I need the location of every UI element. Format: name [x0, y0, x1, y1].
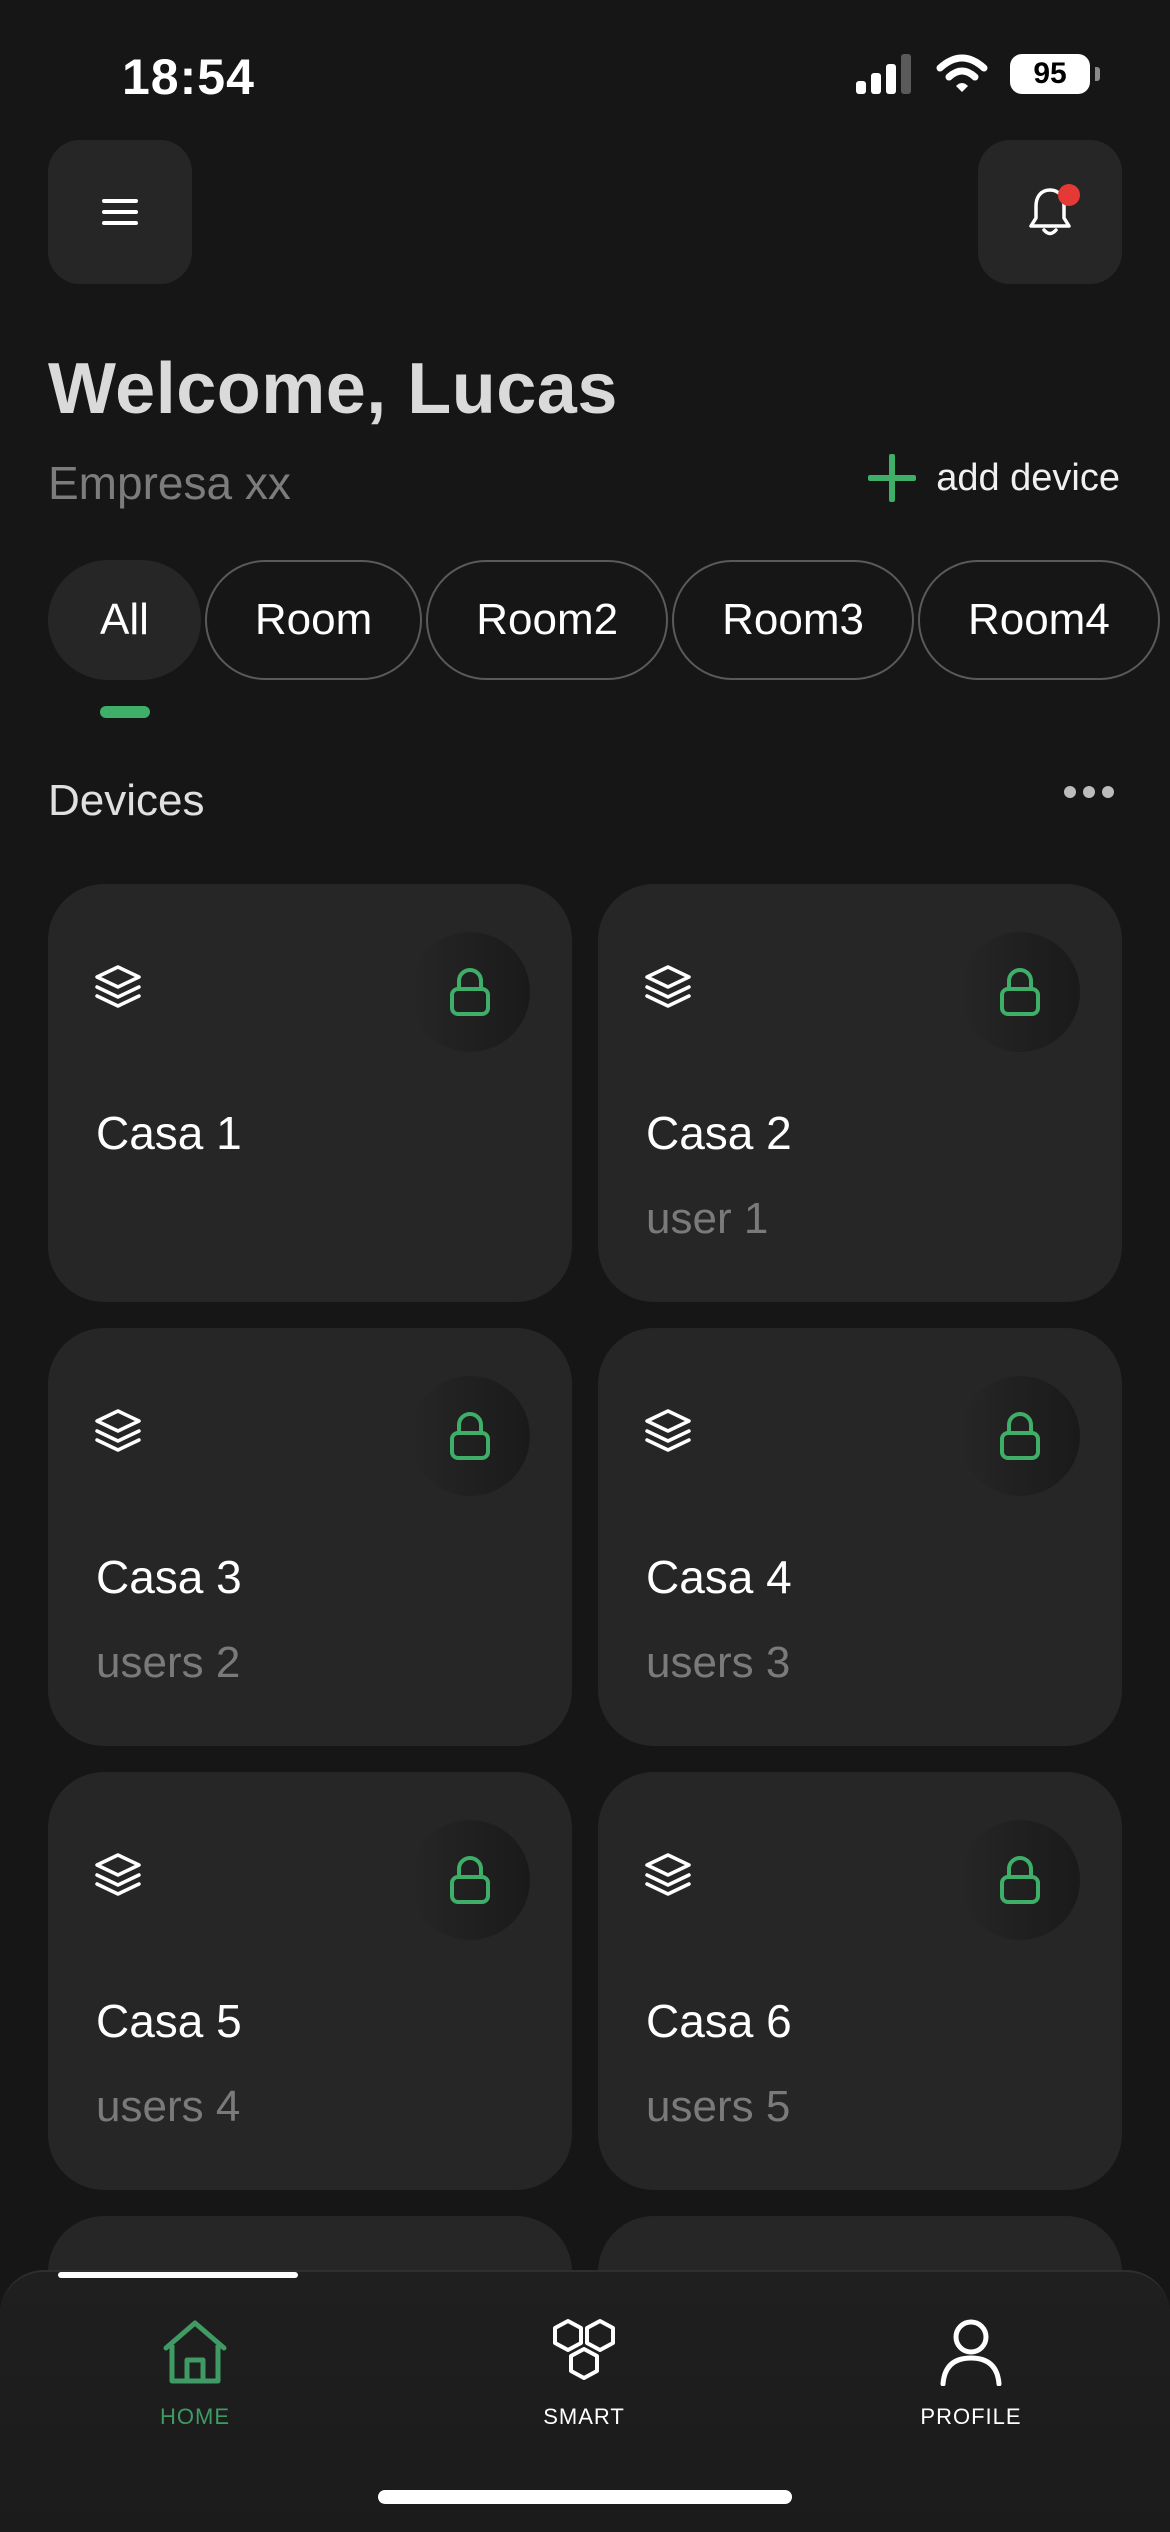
- nav-smart[interactable]: SMART: [474, 2318, 694, 2430]
- menu-button[interactable]: [48, 140, 192, 284]
- device-card[interactable]: Casa 1: [48, 884, 572, 1302]
- device-name: Casa 5: [96, 1995, 242, 2047]
- lock-button[interactable]: [410, 1820, 530, 1940]
- active-tab-indicator: [100, 706, 150, 718]
- device-users: users 4: [96, 2082, 241, 2131]
- device-card[interactable]: Casa 4 users 3: [598, 1328, 1122, 1746]
- tab-room[interactable]: Room: [204, 560, 423, 680]
- add-device-label: add device: [936, 456, 1120, 499]
- layers-icon: [645, 1853, 691, 1896]
- device-users: users 2: [96, 1638, 241, 1687]
- device-name: Casa 6: [646, 1995, 792, 2047]
- device-card[interactable]: Casa 2 user 1: [598, 884, 1122, 1302]
- battery-level: 95: [1033, 57, 1067, 90]
- nav-profile[interactable]: PROFILE: [861, 2318, 1081, 2430]
- tab-room3[interactable]: Room3: [672, 560, 914, 680]
- notifications-button[interactable]: [978, 140, 1122, 284]
- device-name: Casa 3: [96, 1551, 242, 1603]
- layers-icon: [95, 1853, 141, 1896]
- nav-profile-label: PROFILE: [920, 2404, 1022, 2429]
- lock-button[interactable]: [410, 1376, 530, 1496]
- device-name: Casa 1: [96, 1107, 242, 1159]
- devices-section-title: Devices: [48, 776, 205, 825]
- home-indicator: [378, 2490, 792, 2504]
- home-icon: [163, 2320, 227, 2384]
- room-tabs: All Room Room2 Room3 Room4: [48, 560, 1160, 680]
- lock-icon: [450, 1412, 490, 1460]
- layers-icon: [95, 1409, 141, 1452]
- more-options-button[interactable]: [1064, 786, 1114, 798]
- layers-icon: [95, 965, 141, 1008]
- battery-indicator: 95: [1010, 54, 1100, 94]
- smart-hexagons-icon: [553, 2319, 615, 2380]
- lock-icon: [1000, 1412, 1040, 1460]
- layers-icon: [645, 965, 691, 1008]
- notification-badge: [1058, 184, 1080, 206]
- lock-icon: [1000, 968, 1040, 1016]
- nav-home-label: HOME: [160, 2404, 230, 2429]
- more-dot: [1102, 786, 1114, 798]
- layers-icon: [645, 1409, 691, 1452]
- lock-icon: [450, 1856, 490, 1904]
- wifi-icon: [936, 54, 988, 92]
- welcome-title: Welcome, Lucas: [48, 349, 618, 429]
- plus-icon: [868, 454, 917, 502]
- company-name: Empresa xx: [48, 457, 291, 509]
- device-card[interactable]: Casa 5 users 4: [48, 1772, 572, 2190]
- cellular-signal-icon: [856, 54, 911, 94]
- device-users: users 5: [646, 2082, 791, 2131]
- device-users: users 3: [646, 1638, 791, 1687]
- device-users: user 1: [646, 1194, 769, 1243]
- lock-icon: [450, 968, 490, 1016]
- device-card[interactable]: Casa 6 users 5: [598, 1772, 1122, 2190]
- profile-icon: [940, 2319, 1002, 2386]
- lock-button[interactable]: [960, 1376, 1080, 1496]
- device-name: Casa 4: [646, 1551, 792, 1603]
- nav-home[interactable]: HOME: [85, 2318, 305, 2430]
- tab-all[interactable]: All: [48, 560, 201, 680]
- hamburger-menu-icon: [102, 199, 138, 225]
- nav-active-indicator: [58, 2272, 298, 2278]
- more-dot: [1083, 786, 1095, 798]
- status-time: 18:54: [122, 49, 255, 105]
- lock-button[interactable]: [410, 932, 530, 1052]
- device-card[interactable]: Casa 3 users 2: [48, 1328, 572, 1746]
- tab-room2[interactable]: Room2: [426, 560, 669, 680]
- tab-room4[interactable]: Room4: [917, 560, 1160, 680]
- device-name: Casa 2: [646, 1107, 792, 1159]
- more-dot: [1064, 786, 1076, 798]
- add-device-button[interactable]: add device: [866, 452, 1120, 504]
- lock-button[interactable]: [960, 1820, 1080, 1940]
- status-icons: 95: [856, 54, 1100, 94]
- lock-icon: [1000, 1856, 1040, 1904]
- nav-smart-label: SMART: [543, 2404, 625, 2429]
- lock-button[interactable]: [960, 932, 1080, 1052]
